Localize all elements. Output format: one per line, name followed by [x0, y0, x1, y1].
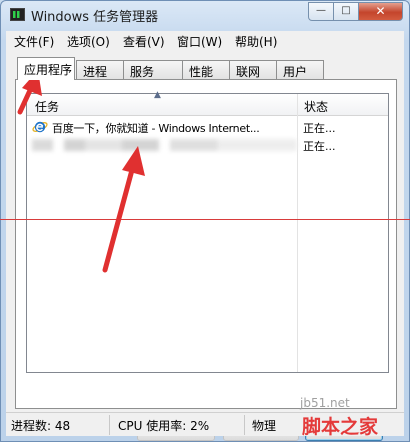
column-header-status[interactable]: 状态 [297, 94, 388, 116]
status-separator [109, 415, 110, 435]
task-list[interactable]: ▲ 任务 状态 百度一下，你就知道 - Windows Internet... … [26, 90, 389, 373]
close-button[interactable]: ✕ [358, 2, 403, 21]
status-separator [244, 415, 245, 435]
cpu-usage: CPU 使用率: 2% [118, 419, 210, 433]
tab-users[interactable]: 用户 [276, 60, 324, 79]
internet-explorer-icon [32, 121, 48, 133]
tab-networking[interactable]: 联网 [229, 60, 277, 79]
tab-processes[interactable]: 进程 [76, 60, 124, 79]
menu-file[interactable]: 文件(F) [14, 33, 54, 50]
tab-performance[interactable]: 性能 [182, 60, 230, 79]
menu-window[interactable]: 窗口(W) [177, 33, 222, 50]
menu-help[interactable]: 帮助(H) [235, 33, 277, 50]
watermark-site: jb51.net [300, 396, 350, 410]
task-row[interactable]: 百度一下，你就知道 - Windows Internet... 正在... [27, 118, 388, 136]
memory-usage: 物理 [252, 419, 277, 433]
menu-view[interactable]: 查看(V) [123, 33, 165, 50]
list-header: ▲ 任务 状态 [27, 90, 388, 116]
obscured-task-name [32, 139, 297, 151]
window-title: Windows 任务管理器 [31, 10, 159, 25]
column-divider [297, 116, 298, 372]
watermark-brand: 脚本之家 [302, 416, 379, 438]
task-status: 正在... [303, 140, 336, 153]
menu-options[interactable]: 选项(O) [67, 33, 110, 50]
task-manager-icon [10, 8, 25, 21]
tab-services[interactable]: 服务 [123, 60, 183, 79]
task-name: 百度一下，你就知道 - Windows Internet... [52, 122, 260, 135]
guide-line [0, 219, 410, 220]
menu-bar: 文件(F) 选项(O) 查看(V) 窗口(W) 帮助(H) [6, 31, 404, 51]
sort-ascending-icon: ▲ [154, 90, 161, 100]
task-manager-window: Windows 任务管理器 — □ ✕ 文件(F) 选项(O) 查看(V) 窗口… [0, 0, 410, 442]
column-task-label: 任务 [35, 100, 60, 114]
watermark: jb51.net 脚本之家 [300, 396, 410, 442]
tab-control: 应用程序 进程 服务 性能 联网 用户 ▲ 任务 状态 百度一下，你就知道 - … [6, 51, 404, 441]
column-header-task[interactable]: ▲ 任务 [27, 90, 297, 116]
title-bar[interactable]: Windows 任务管理器 — □ ✕ [1, 1, 409, 29]
process-count: 进程数: 48 [11, 419, 71, 433]
tab-applications[interactable]: 应用程序 [17, 57, 75, 80]
task-status: 正在... [303, 122, 336, 135]
minimize-button[interactable]: — [308, 2, 334, 21]
maximize-button[interactable]: □ [333, 2, 359, 21]
task-row[interactable]: 正在... [27, 136, 388, 154]
